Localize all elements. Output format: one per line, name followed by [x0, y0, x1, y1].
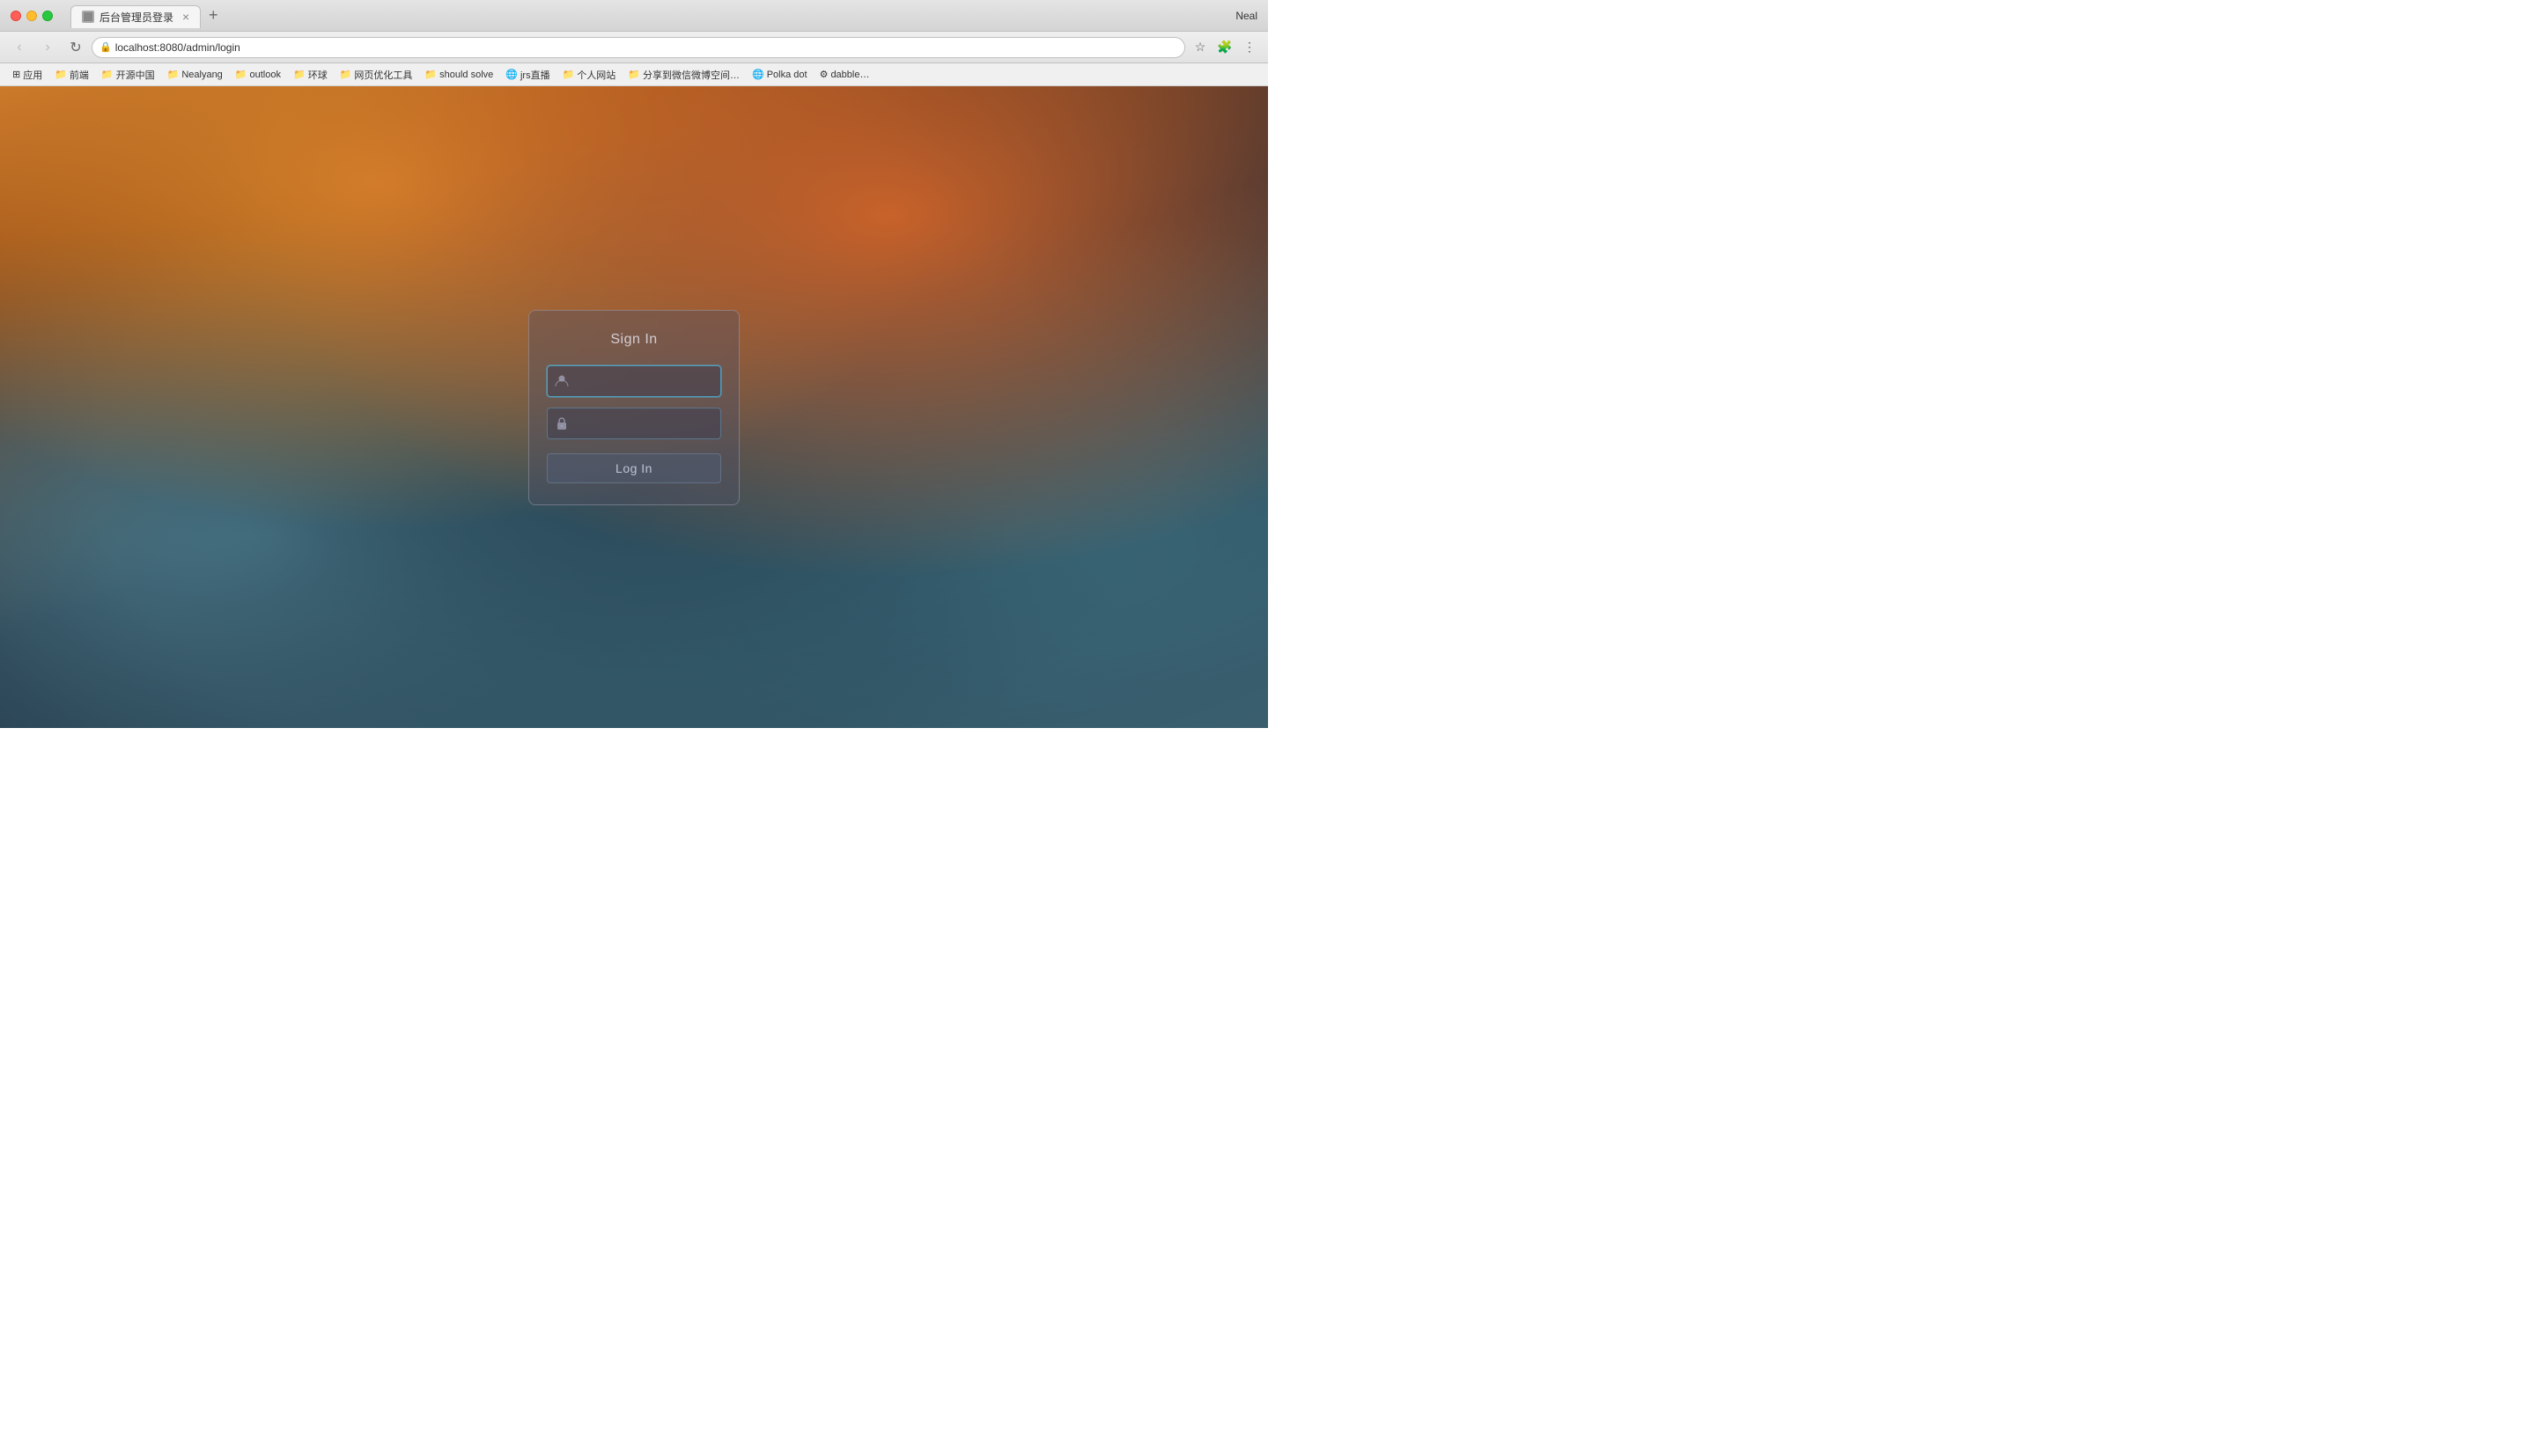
refresh-icon: ↻: [70, 39, 81, 56]
folder-icon-5: 📁: [293, 69, 306, 80]
folder-icon-9: 📁: [628, 69, 640, 80]
folder-icon-6: 📁: [340, 69, 352, 80]
bookmark-should-solve[interactable]: 📁 should solve: [419, 67, 498, 82]
browser-frame: 后台管理员登录 × + Neal ‹ › ↻ 🔒 localhost:8080/…: [0, 0, 1268, 728]
bookmark-polka-dot[interactable]: 🌐 Polka dot: [747, 67, 813, 82]
bookmark-apps-label: 应用: [23, 68, 42, 82]
bookmark-polka-dot-label: Polka dot: [767, 70, 807, 80]
bookmark-should-solve-label: should solve: [439, 70, 493, 80]
bookmark-frontend[interactable]: 📁 前端: [49, 66, 94, 84]
bookmark-apps[interactable]: ⊞ 应用: [7, 66, 48, 84]
bookmark-dabble-label: dabble…: [830, 70, 869, 80]
maximize-button[interactable]: [42, 11, 53, 21]
bookmark-personal-site[interactable]: 📁 个人网站: [557, 66, 622, 84]
bookmark-oschina-label: 开源中国: [116, 68, 155, 82]
toolbar-actions: ☆ 🧩 ⋮: [1189, 36, 1261, 59]
apps-icon: ⊞: [12, 69, 20, 80]
bookmark-nealyang-label: Nealyang: [181, 70, 222, 80]
url-text: localhost:8080/admin/login: [115, 41, 240, 54]
minimize-button[interactable]: [26, 11, 37, 21]
dots-icon: ⋮: [1243, 40, 1256, 55]
bookmark-jrs-label: jrs直播: [520, 68, 550, 82]
bookmark-huanqiu-label: 环球: [308, 68, 328, 82]
star-icon: ☆: [1195, 40, 1206, 55]
bookmark-oschina[interactable]: 📁 开源中国: [96, 66, 160, 84]
puzzle-icon: 🧩: [1217, 40, 1232, 55]
forward-button[interactable]: ›: [35, 35, 60, 60]
user-name: Neal: [1235, 10, 1257, 22]
active-tab[interactable]: 后台管理员登录 ×: [70, 5, 201, 28]
forward-icon: ›: [45, 40, 49, 55]
password-input[interactable]: [576, 408, 721, 438]
close-button[interactable]: [11, 11, 21, 21]
bookmark-jrs[interactable]: 🌐 jrs直播: [500, 66, 555, 84]
bookmark-share[interactable]: 📁 分享到微信微博空间…: [623, 66, 745, 84]
login-title: Sign In: [547, 332, 721, 348]
folder-icon-7: 📁: [424, 69, 437, 80]
bookmark-frontend-label: 前端: [70, 68, 89, 82]
extensions-button[interactable]: 🧩: [1213, 36, 1236, 59]
globe-icon-1: 🌐: [505, 69, 518, 80]
bookmark-nealyang[interactable]: 📁 Nealyang: [162, 67, 228, 82]
folder-icon-8: 📁: [563, 69, 575, 80]
bookmark-share-label: 分享到微信微博空间…: [643, 68, 740, 82]
login-button[interactable]: Log In: [547, 453, 721, 483]
back-icon: ‹: [17, 40, 21, 55]
toolbar: ‹ › ↻ 🔒 localhost:8080/admin/login ☆ 🧩 ⋮: [0, 32, 1268, 63]
new-tab-button[interactable]: +: [201, 4, 225, 28]
username-input[interactable]: [576, 366, 721, 396]
lock-icon: [548, 408, 576, 438]
traffic-lights: [11, 11, 53, 21]
security-icon: 🔒: [100, 41, 112, 53]
tab-title: 后台管理员登录: [100, 10, 173, 25]
password-input-group[interactable]: [547, 408, 721, 439]
folder-icon-4: 📁: [235, 69, 247, 80]
login-card: Sign In: [528, 310, 740, 505]
folder-icon-1: 📁: [55, 69, 67, 80]
bookmark-dabble[interactable]: ⚙ dabble…: [815, 67, 875, 82]
tab-close-button[interactable]: ×: [182, 10, 189, 24]
bookmark-star-button[interactable]: ☆: [1189, 36, 1212, 59]
bookmark-outlook[interactable]: 📁 outlook: [230, 67, 286, 82]
bookmark-web-optimizer-label: 网页优化工具: [354, 68, 412, 82]
address-bar[interactable]: 🔒 localhost:8080/admin/login: [92, 37, 1185, 58]
page-content: Sign In: [0, 86, 1268, 728]
bookmark-huanqiu[interactable]: 📁 环球: [288, 66, 333, 84]
globe-icon-2: 🌐: [752, 69, 764, 80]
folder-icon-2: 📁: [101, 69, 114, 80]
bookmark-personal-site-label: 个人网站: [577, 68, 616, 82]
tab-favicon: [82, 11, 94, 23]
username-input-group[interactable]: [547, 365, 721, 397]
login-wrapper: Sign In: [528, 310, 740, 505]
bookmarks-bar: ⊞ 应用 📁 前端 📁 开源中国 📁 Nealyang 📁 outlook 📁 …: [0, 63, 1268, 86]
tab-bar: 后台管理员登录 × +: [70, 4, 1228, 28]
back-button[interactable]: ‹: [7, 35, 32, 60]
menu-button[interactable]: ⋮: [1238, 36, 1261, 59]
user-icon: [548, 366, 576, 396]
refresh-button[interactable]: ↻: [63, 35, 88, 60]
bookmark-outlook-label: outlook: [250, 70, 281, 80]
gear-icon: ⚙: [820, 69, 829, 80]
bookmark-web-optimizer[interactable]: 📁 网页优化工具: [335, 66, 418, 84]
title-bar: 后台管理员登录 × + Neal: [0, 0, 1268, 32]
folder-icon-3: 📁: [167, 69, 180, 80]
